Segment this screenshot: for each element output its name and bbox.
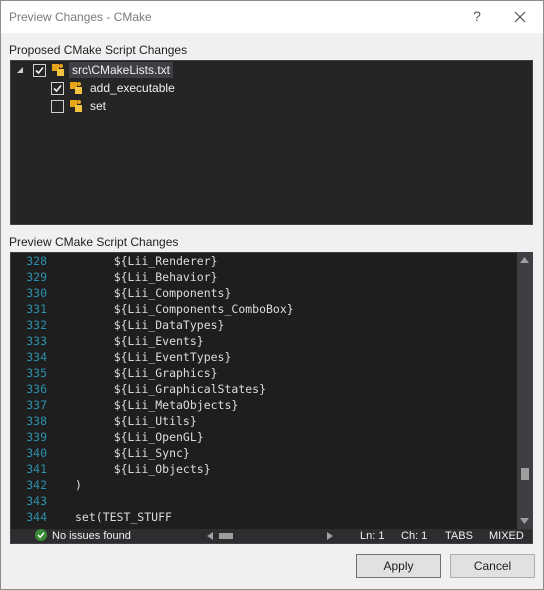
cmake-file-icon xyxy=(52,64,64,76)
apply-button[interactable]: Apply xyxy=(356,554,441,578)
code-line: 342) xyxy=(26,478,82,492)
checkbox-add-executable[interactable] xyxy=(51,81,64,95)
editor-status-bar: No issues found Ln: 1 Ch: 1 TABS MIXED xyxy=(11,529,532,543)
tree-item-label: set xyxy=(90,99,107,113)
code-area[interactable]: 328 ${Lii_Renderer} 329 ${Lii_Behavior} … xyxy=(11,253,517,529)
horizontal-scrollbar[interactable] xyxy=(207,531,334,541)
column-indicator[interactable]: Ch: 1 xyxy=(401,529,427,543)
issues-status[interactable]: No issues found xyxy=(52,529,131,543)
code-line: 338 ${Lii_Utils} xyxy=(26,414,197,428)
expand-collapse-icon[interactable] xyxy=(15,61,25,79)
scroll-up-icon xyxy=(520,257,529,263)
cmake-command-icon xyxy=(70,100,82,112)
code-line: 329 ${Lii_Behavior} xyxy=(26,270,218,284)
scroll-down-icon xyxy=(520,518,529,524)
tree-item-set[interactable]: set xyxy=(51,97,109,115)
title-bar: Preview Changes - CMake ? xyxy=(1,1,543,33)
cmake-command-icon xyxy=(70,82,82,94)
checkmark-icon xyxy=(53,84,62,92)
vertical-scrollbar[interactable] xyxy=(517,253,532,529)
proposed-changes-tree[interactable]: src\CMakeLists.txt add_executable set xyxy=(10,60,533,225)
code-line: 336 ${Lii_GraphicalStates} xyxy=(26,382,267,396)
tree-item-label: src\CMakeLists.txt xyxy=(69,62,174,78)
scroll-left-icon xyxy=(207,532,213,540)
preview-changes-label: Preview CMake Script Changes xyxy=(9,235,179,249)
code-line: 344 set(TEST_STUFF xyxy=(26,510,172,524)
code-line: 331 ${Lii_Components_ComboBox} xyxy=(26,302,294,316)
scroll-thumb[interactable] xyxy=(521,468,529,480)
code-line: 340 ${Lii_Sync} xyxy=(26,446,190,460)
checkbox-set[interactable] xyxy=(51,99,64,113)
tree-item-label: add_executable xyxy=(90,81,175,95)
line-endings[interactable]: MIXED xyxy=(489,529,524,543)
preview-changes-dialog: Preview Changes - CMake ? Proposed CMake… xyxy=(0,0,544,590)
close-icon xyxy=(514,11,526,23)
code-line: 332 ${Lii_DataTypes} xyxy=(26,318,225,332)
tree-item-add-executable[interactable]: add_executable xyxy=(51,79,178,97)
help-button[interactable]: ? xyxy=(467,6,487,26)
checkmark-icon xyxy=(35,66,44,74)
window-title: Preview Changes - CMake xyxy=(9,10,152,24)
proposed-changes-label: Proposed CMake Script Changes xyxy=(9,43,188,57)
tree-item-cmakelists[interactable]: src\CMakeLists.txt xyxy=(15,61,174,79)
code-line: 333 ${Lii_Events} xyxy=(26,334,204,348)
code-line: 343 xyxy=(26,494,47,508)
horizontal-scroll-thumb[interactable] xyxy=(219,533,233,539)
code-line: 337 ${Lii_MetaObjects} xyxy=(26,398,239,412)
cancel-button[interactable]: Cancel xyxy=(450,554,535,578)
code-line: 328 ${Lii_Renderer} xyxy=(26,254,218,268)
check-circle-icon xyxy=(35,529,47,541)
code-preview-editor[interactable]: 328 ${Lii_Renderer} 329 ${Lii_Behavior} … xyxy=(10,252,533,544)
scroll-right-icon xyxy=(327,532,333,540)
code-line: 334 ${Lii_EventTypes} xyxy=(26,350,232,364)
code-line: 335 ${Lii_Graphics} xyxy=(26,366,218,380)
code-line: 330 ${Lii_Components} xyxy=(26,286,232,300)
indent-mode[interactable]: TABS xyxy=(445,529,473,543)
line-indicator[interactable]: Ln: 1 xyxy=(360,529,384,543)
code-line: 339 ${Lii_OpenGL} xyxy=(26,430,204,444)
checkbox-cmakelists[interactable] xyxy=(33,63,46,77)
close-button[interactable] xyxy=(507,6,533,28)
code-line: 341 ${Lii_Objects} xyxy=(26,462,211,476)
